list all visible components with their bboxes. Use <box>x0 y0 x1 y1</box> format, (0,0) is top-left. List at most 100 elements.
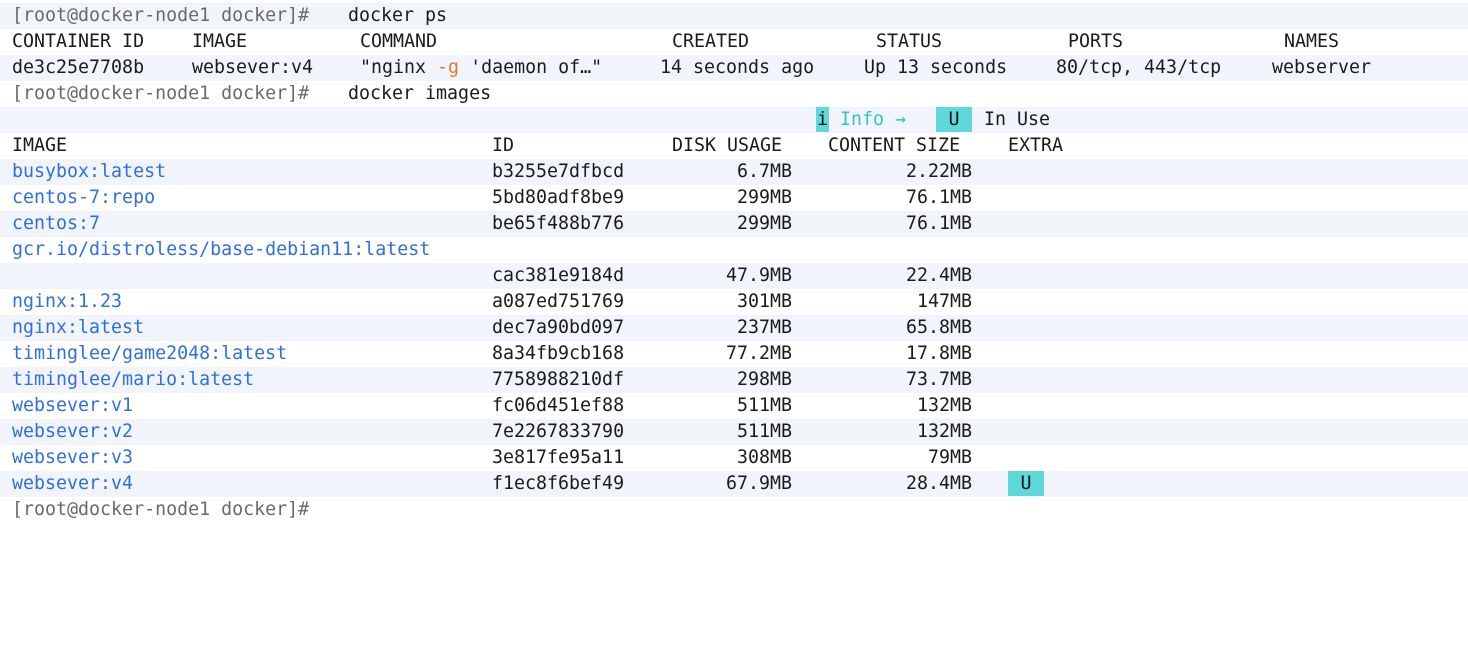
disk-usage: 6.7MB <box>736 161 792 182</box>
image-name: centos:7 <box>12 213 101 234</box>
disk-usage: 67.9MB <box>725 473 792 494</box>
in-use-badge: U <box>1008 471 1044 496</box>
image-id: a087ed751769 <box>492 291 625 312</box>
image-id: 5bd80adf8be9 <box>492 187 625 208</box>
images-header-disk-usage: DISK USAGE <box>672 135 783 156</box>
ps-command-flag: -g <box>437 57 460 78</box>
image-id: 7758988210df <box>492 369 625 390</box>
ps-command-post: 'daemon of…" <box>459 57 603 78</box>
ps-header-ports: PORTS <box>1068 31 1124 52</box>
prompt-line-images: [root@docker-node1 docker]# docker image… <box>0 81 1468 107</box>
info-icon: i <box>816 107 829 132</box>
content-size: 73.7MB <box>905 369 972 390</box>
image-name: nginx:latest <box>12 317 145 338</box>
image-name: timinglee/mario:latest <box>12 369 255 390</box>
disk-usage: 299MB <box>736 187 792 208</box>
image-id: 7e2267833790 <box>492 421 625 442</box>
images-header-image: IMAGE <box>12 135 68 156</box>
content-size: 76.1MB <box>905 213 972 234</box>
table-row[interactable]: centos:7 be65f488b776 299MB 76.1MB <box>0 211 1468 237</box>
images-header-id: ID <box>492 135 515 156</box>
shell-prompt: [root@docker-node1 docker]# <box>12 83 310 104</box>
ps-header-row: CONTAINER ID IMAGE COMMAND CREATED STATU… <box>0 29 1468 55</box>
disk-usage: 298MB <box>736 369 792 390</box>
disk-usage: 301MB <box>736 291 792 312</box>
image-id: f1ec8f6bef49 <box>492 473 625 494</box>
ps-header-container-id: CONTAINER ID <box>12 31 145 52</box>
disk-usage: 77.2MB <box>725 343 792 364</box>
table-row[interactable]: gcr.io/distroless/base-debian11:latest <box>0 237 1468 263</box>
image-id: be65f488b776 <box>492 213 625 234</box>
command-text: docker ps <box>348 5 448 26</box>
table-row[interactable]: websever:v3 3e817fe95a11 308MB 79MB <box>0 445 1468 471</box>
images-header-content-size: CONTENT SIZE <box>828 135 961 156</box>
disk-usage: 511MB <box>736 421 792 442</box>
image-name: centos-7:repo <box>12 187 156 208</box>
ps-names: webserver <box>1272 57 1372 78</box>
prompt-line-final[interactable]: [root@docker-node1 docker]# <box>0 497 1468 523</box>
images-legend: i Info → U In Use <box>0 107 1468 133</box>
prompt-line-ps: [root@docker-node1 docker]# docker ps <box>0 3 1468 29</box>
ps-container-id: de3c25e7708b <box>12 57 145 78</box>
content-size: 2.22MB <box>905 161 972 182</box>
ps-image: websever:v4 <box>192 57 314 78</box>
shell-prompt: [root@docker-node1 docker]# <box>12 499 310 520</box>
content-size: 22.4MB <box>905 265 972 286</box>
ps-created: 14 seconds ago <box>660 57 815 78</box>
ps-command: "nginx -g 'daemon of…" <box>360 55 602 81</box>
content-size: 79MB <box>927 447 972 468</box>
table-row[interactable]: nginx:latest dec7a90bd097 237MB 65.8MB <box>0 315 1468 341</box>
image-id: b3255e7dfbcd <box>492 161 625 182</box>
ps-header-created: CREATED <box>672 31 750 52</box>
image-id: fc06d451ef88 <box>492 395 625 416</box>
image-name: nginx:1.23 <box>12 291 123 312</box>
info-label: Info → <box>840 109 907 130</box>
content-size: 132MB <box>916 395 972 416</box>
content-size: 147MB <box>916 291 972 312</box>
disk-usage: 299MB <box>736 213 792 234</box>
table-row[interactable]: cac381e9184d 47.9MB 22.4MB <box>0 263 1468 289</box>
image-name: websever:v1 <box>12 395 134 416</box>
command-text: docker images <box>348 83 492 104</box>
content-size: 28.4MB <box>905 473 972 494</box>
ps-header-image: IMAGE <box>192 31 248 52</box>
image-id: 8a34fb9cb168 <box>492 343 625 364</box>
ps-status: Up 13 seconds <box>864 57 1008 78</box>
terminal-output[interactable]: [root@docker-node1 docker]# docker ps CO… <box>0 3 1468 523</box>
disk-usage: 308MB <box>736 447 792 468</box>
image-name: timinglee/game2048:latest <box>12 343 288 364</box>
in-use-badge: U <box>936 107 972 132</box>
content-size: 65.8MB <box>905 317 972 338</box>
image-name: websever:v3 <box>12 447 134 468</box>
ps-ports: 80/tcp, 443/tcp <box>1056 57 1222 78</box>
image-name: websever:v2 <box>12 421 134 442</box>
table-row[interactable]: centos-7:repo 5bd80adf8be9 299MB 76.1MB <box>0 185 1468 211</box>
content-size: 76.1MB <box>905 187 972 208</box>
table-row[interactable]: nginx:1.23 a087ed751769 301MB 147MB <box>0 289 1468 315</box>
table-row[interactable]: websever:v4 f1ec8f6bef49 67.9MB 28.4MB U <box>0 471 1468 497</box>
ps-command-pre: "nginx <box>360 57 438 78</box>
ps-header-status: STATUS <box>876 31 943 52</box>
table-row[interactable]: websever:v1 fc06d451ef88 511MB 132MB <box>0 393 1468 419</box>
image-name: busybox:latest <box>12 161 167 182</box>
table-row[interactable]: busybox:latest b3255e7dfbcd 6.7MB 2.22MB <box>0 159 1468 185</box>
shell-prompt: [root@docker-node1 docker]# <box>12 5 310 26</box>
image-name: gcr.io/distroless/base-debian11:latest <box>12 239 431 260</box>
content-size: 17.8MB <box>905 343 972 364</box>
table-row[interactable]: websever:v2 7e2267833790 511MB 132MB <box>0 419 1468 445</box>
in-use-label: In Use <box>984 109 1051 130</box>
disk-usage: 47.9MB <box>725 265 792 286</box>
disk-usage: 237MB <box>736 317 792 338</box>
image-id: 3e817fe95a11 <box>492 447 625 468</box>
disk-usage: 511MB <box>736 395 792 416</box>
content-size: 132MB <box>916 421 972 442</box>
ps-header-names: NAMES <box>1284 31 1340 52</box>
images-header-row: IMAGE ID DISK USAGE CONTENT SIZE EXTRA <box>0 133 1468 159</box>
image-id: dec7a90bd097 <box>492 317 625 338</box>
ps-header-command: COMMAND <box>360 31 438 52</box>
table-row[interactable]: timinglee/mario:latest 7758988210df 298M… <box>0 367 1468 393</box>
image-name: websever:v4 <box>12 473 134 494</box>
table-row[interactable]: timinglee/game2048:latest 8a34fb9cb168 7… <box>0 341 1468 367</box>
ps-row: de3c25e7708b websever:v4 "nginx -g 'daem… <box>0 55 1468 81</box>
image-id: cac381e9184d <box>492 265 625 286</box>
